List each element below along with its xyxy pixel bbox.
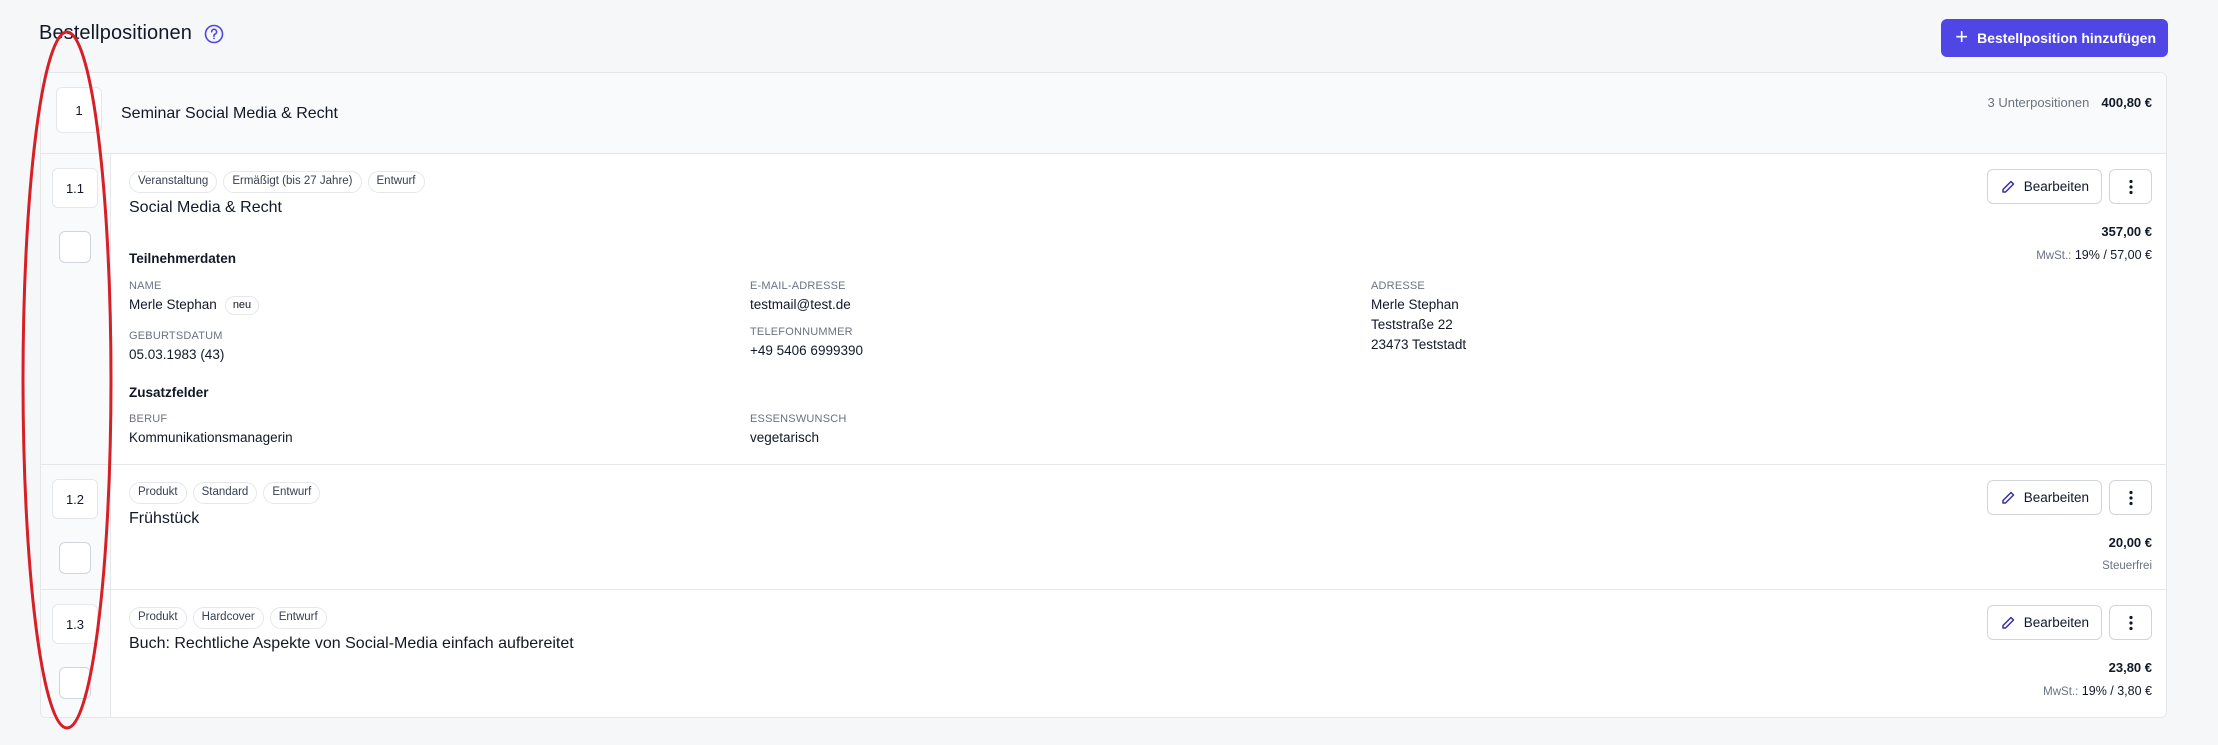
tax-label: MwSt.: — [2043, 686, 2079, 698]
position-number: 1.3 — [52, 604, 98, 644]
select-checkbox[interactable] — [59, 542, 91, 574]
new-badge: neu — [224, 296, 260, 315]
item-price: 357,00 € — [2101, 224, 2152, 239]
birthdate-label: GEBURTSDATUM — [129, 330, 223, 342]
edit-label: Bearbeiten — [2023, 179, 2089, 194]
tax-value: 19% / 3,80 € — [2081, 684, 2152, 698]
plus-icon: + — [1955, 24, 1969, 49]
address-label: ADRESSE — [1371, 280, 1425, 292]
order-item-row: 1.3 Produkt Hardcover Entwurf Buch: Rech… — [41, 590, 2166, 717]
item-actions: Bearbeiten — [1986, 169, 2152, 204]
edit-label: Bearbeiten — [2023, 615, 2089, 630]
main-position-row: 1 Seminar Social Media & Recht 3 Unterpo… — [41, 73, 2166, 154]
subpositions-count: 3 Unterpositionen — [1987, 95, 2090, 110]
main-position-summary: 3 Unterpositionen 400,80 € — [1987, 95, 2152, 110]
item-price: 20,00 € — [2108, 535, 2152, 550]
pencil-icon — [2001, 491, 2014, 504]
add-order-item-label: Bestellposition hinzufügen — [1977, 30, 2156, 46]
participant-heading: Teilnehmerdaten — [129, 251, 237, 266]
more-options-button[interactable] — [2109, 480, 2152, 515]
phone-value: +49 5406 6999390 — [750, 343, 863, 358]
tax-note: Steuerfrei — [2102, 560, 2152, 572]
edit-button[interactable]: Bearbeiten — [1986, 605, 2102, 640]
edit-button[interactable]: Bearbeiten — [1986, 480, 2102, 515]
edit-button[interactable]: Bearbeiten — [1986, 169, 2102, 204]
main-position-title: Seminar Social Media & Recht — [121, 105, 338, 122]
item-actions: Bearbeiten — [1986, 605, 2152, 640]
status-tag: Entwurf — [367, 171, 425, 193]
position-number: 1.2 — [52, 479, 98, 519]
item-title: Buch: Rechtliche Aspekte von Social-Medi… — [129, 635, 574, 652]
position-number: 1 — [56, 87, 102, 133]
item-title: Frühstück — [129, 510, 200, 527]
address-line-1: Merle Stephan — [1371, 297, 1459, 312]
help-icon[interactable] — [204, 24, 224, 44]
participant-name: Merle Stephan — [129, 297, 217, 312]
select-checkbox[interactable] — [59, 667, 91, 699]
order-items-card: 1 Seminar Social Media & Recht 3 Unterpo… — [40, 72, 2167, 718]
order-item-row: 1.1 Veranstaltung Ermäßigt (bis 27 Jahre… — [41, 154, 2166, 465]
tag-list: Produkt Standard Entwurf — [129, 482, 321, 504]
phone-label: TELEFONNUMMER — [750, 326, 853, 338]
item-tax: MwSt.: 19% / 3,80 € — [2043, 684, 2152, 698]
more-vertical-icon — [2128, 179, 2133, 194]
price-category-tag: Ermäßigt (bis 27 Jahre) — [223, 171, 362, 193]
item-price: 23,80 € — [2108, 660, 2152, 675]
item-title: Social Media & Recht — [129, 199, 282, 216]
job-value: Kommunikationsmanagerin — [129, 430, 293, 445]
name-label: NAME — [129, 280, 162, 292]
meal-label: ESSENSWUNSCH — [750, 413, 847, 425]
address-line-2: Teststraße 22 — [1371, 317, 1453, 332]
type-tag: Produkt — [129, 607, 187, 629]
status-tag: Entwurf — [263, 482, 321, 504]
tag-list: Veranstaltung Ermäßigt (bis 27 Jahre) En… — [129, 171, 425, 193]
tax-label: MwSt.: — [2036, 250, 2072, 262]
section-header: Bestellpositionen — [39, 22, 224, 45]
type-tag: Veranstaltung — [129, 171, 218, 193]
address-line-3: 23473 Teststadt — [1371, 337, 1467, 352]
pencil-icon — [2001, 616, 2014, 629]
add-order-item-button[interactable]: + Bestellposition hinzufügen — [1941, 19, 2168, 57]
item-tax: MwSt.: 19% / 57,00 € — [2036, 248, 2152, 262]
main-position-total: 400,80 € — [2101, 95, 2152, 110]
page-title: Bestellpositionen — [39, 22, 192, 44]
name-value: Merle Stephan neu — [129, 295, 260, 315]
more-vertical-icon — [2128, 615, 2133, 630]
pencil-icon — [2001, 180, 2014, 193]
item-actions: Bearbeiten — [1986, 480, 2152, 515]
order-item-row: 1.2 Produkt Standard Entwurf Frühstück B… — [41, 465, 2166, 590]
meal-value: vegetarisch — [750, 430, 820, 445]
type-tag: Produkt — [129, 482, 187, 504]
edit-label: Bearbeiten — [2023, 490, 2089, 505]
more-options-button[interactable] — [2109, 605, 2152, 640]
more-options-button[interactable] — [2109, 169, 2152, 204]
tag-list: Produkt Hardcover Entwurf — [129, 607, 327, 629]
email-value: testmail@test.de — [750, 297, 851, 312]
extra-fields-heading: Zusatzfelder — [129, 385, 209, 400]
variant-tag: Standard — [192, 482, 258, 504]
more-vertical-icon — [2128, 490, 2133, 505]
tax-value: 19% / 57,00 € — [2074, 248, 2152, 262]
birthdate-value: 05.03.1983 (43) — [129, 347, 225, 362]
variant-tag: Hardcover — [192, 607, 264, 629]
status-tag: Entwurf — [269, 607, 327, 629]
email-label: E-MAIL-ADRESSE — [750, 280, 846, 292]
job-label: BERUF — [129, 413, 168, 425]
select-checkbox[interactable] — [59, 231, 91, 263]
position-number: 1.1 — [52, 168, 98, 208]
